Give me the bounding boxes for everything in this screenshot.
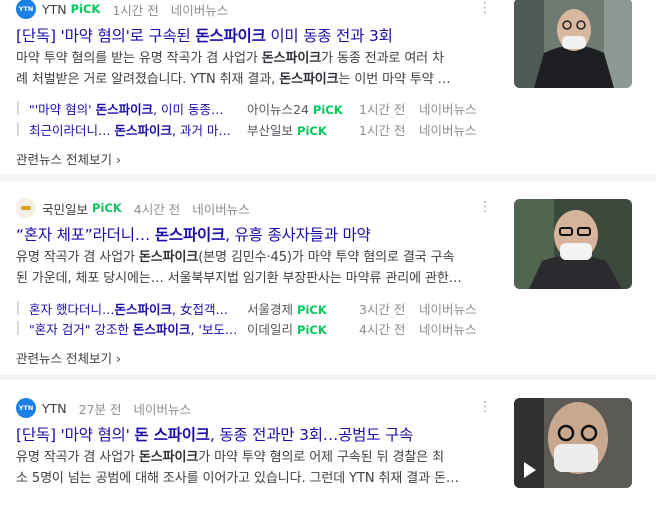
divider — [0, 175, 656, 181]
related-news-2-2[interactable]: "혼자 검거" 강조한 돈스파이크, '보도… 이데일리 PiCK 4시간 전 네… — [17, 318, 487, 338]
related-news-1-1[interactable]: "'마약 혐의' 돈스파이크, 이미 동종… 아이뉴스24 PiCK 1시간 전 … — [17, 98, 487, 118]
news-title-3[interactable]: [단독] '마약 혐의' 돈 스파이크, 동종 전과만 3회…공범도 구속 — [16, 423, 413, 445]
press-name[interactable]: 국민일보 — [42, 199, 88, 218]
news-thumbnail-3[interactable] — [514, 398, 632, 488]
time: 27분 전 — [78, 401, 122, 417]
news-desc-1[interactable]: 마약 투약 혐의를 받는 유명 작곡가 겸 사업가 돈스파이크가 동종 전과로 … — [16, 48, 482, 90]
press-info-2: 국민일보 PiCK 4시간 전 네이버뉴스 — [16, 198, 250, 218]
divider — [0, 374, 656, 380]
news-thumbnail-1[interactable] — [514, 0, 632, 88]
press-info-1: YTN YTN PiCK 1시간 전 네이버뉴스 — [16, 0, 228, 19]
related-news-2-1[interactable]: 혼자 했다더니…돈스파이크, 女접객… 서울경제 PiCK 3시간 전 네이버뉴스 — [17, 298, 487, 318]
ytn-logo: YTN — [16, 398, 36, 418]
news-title-1[interactable]: [단독] '마약 혐의'로 구속된 돈스파이크 이미 동종 전과 3회 — [16, 24, 393, 46]
kmib-logo — [16, 198, 36, 218]
chevron-right-icon: › — [115, 152, 121, 167]
more-vertical-icon[interactable]: ⋮ — [478, 199, 492, 215]
time: 1시간 전 — [112, 2, 159, 18]
more-vertical-icon[interactable]: ⋮ — [478, 0, 492, 16]
naver-news-link[interactable]: 네이버뉴스 — [171, 0, 229, 19]
news-desc-2[interactable]: 유명 작곡가 겸 사업가 돈스파이크(본명 김민수·45)가 마약 투약 혐의로… — [16, 247, 482, 289]
naver-news-link[interactable]: 네이버뉴스 — [134, 399, 192, 418]
related-all-link-2[interactable]: 관련뉴스 전체보기 › — [16, 348, 121, 367]
time: 4시간 전 — [133, 201, 181, 217]
news-desc-3[interactable]: 유명 작곡가 겸 사업가 돈스파이크가 마약 투약 혐의로 어제 구속된 뒤 경… — [16, 447, 482, 489]
naver-news-link[interactable]: 네이버뉴스 — [192, 199, 250, 218]
pick-badge: PiCK — [92, 201, 122, 215]
pick-badge: PiCK — [70, 2, 101, 16]
related-all-link-1[interactable]: 관련뉴스 전체보기 › — [16, 149, 121, 168]
news-thumbnail-2[interactable] — [514, 199, 632, 289]
press-name[interactable]: YTN — [42, 2, 67, 17]
ytn-logo: YTN — [16, 0, 36, 19]
related-news-1-2[interactable]: 최근이라더니… 돈스파이크, 과거 마… 부산일보 PiCK 1시간 전 네이버뉴… — [17, 119, 487, 139]
press-info-3: YTN YTN 27분 전 네이버뉴스 — [16, 398, 191, 418]
chevron-right-icon: › — [115, 351, 121, 366]
more-vertical-icon[interactable]: ⋮ — [478, 399, 492, 415]
news-title-2[interactable]: “혼자 체포”라더니… 돈스파이크, 유흥 종사자들과 마약 — [16, 223, 371, 245]
press-name[interactable]: YTN — [42, 401, 67, 416]
